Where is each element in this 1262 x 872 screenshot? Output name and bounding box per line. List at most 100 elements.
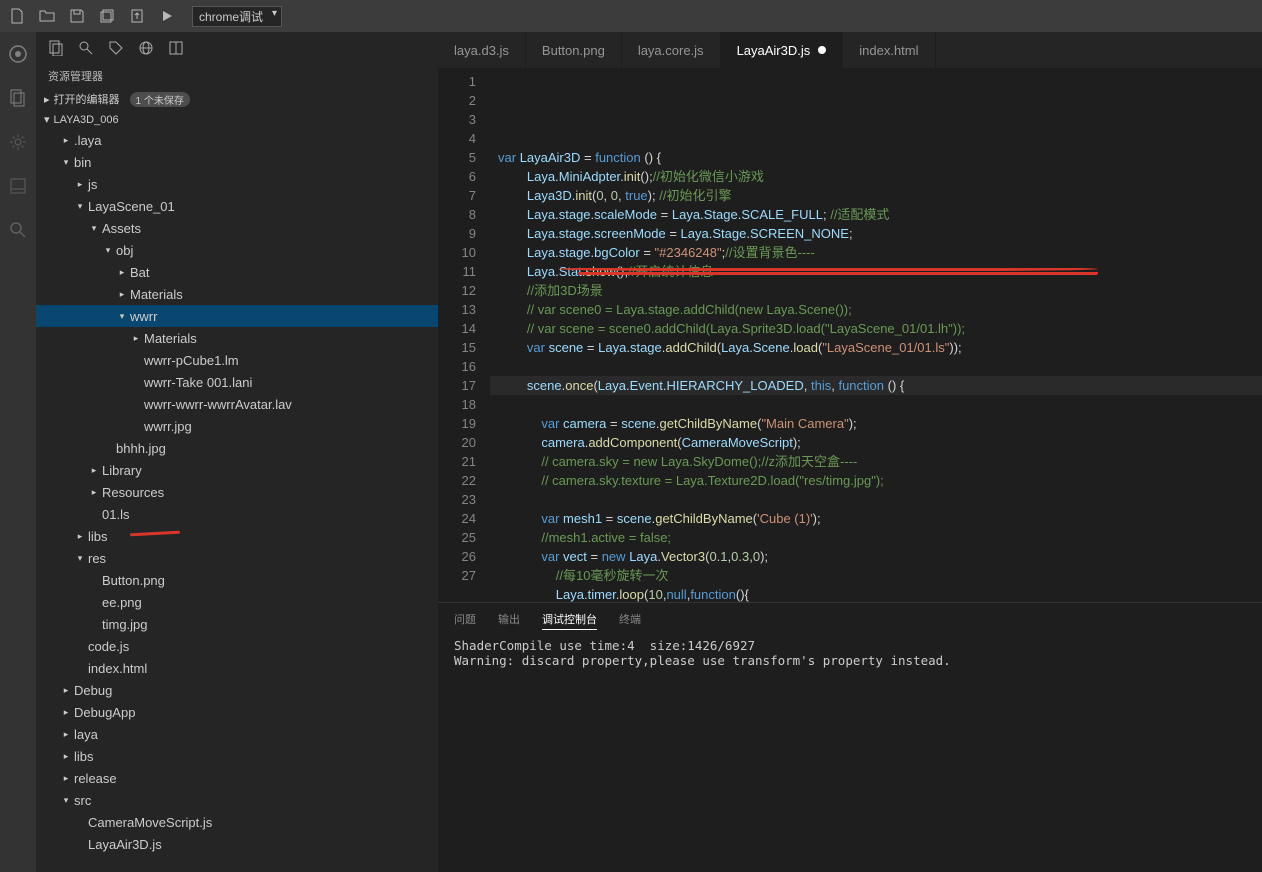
twistie-icon[interactable]: ▾ xyxy=(72,553,88,564)
twistie-icon[interactable]: ▸ xyxy=(114,267,130,278)
panel-tab[interactable]: 输出 xyxy=(498,611,520,630)
editor-tab[interactable]: LayaAir3D.js xyxy=(721,32,844,68)
code-line[interactable]: // var scene0 = Laya.stage.addChild(new … xyxy=(490,300,1262,319)
save-icon[interactable] xyxy=(68,7,86,25)
folder-row[interactable]: ▸Bat xyxy=(36,261,438,283)
file-row[interactable]: 01.ls xyxy=(36,503,438,525)
folder-row[interactable]: ▸Materials xyxy=(36,327,438,349)
folder-row[interactable]: ▾LayaScene_01 xyxy=(36,195,438,217)
file-row[interactable]: index.html xyxy=(36,657,438,679)
console-output[interactable]: ShaderCompile use time:4 size:1426/6927 … xyxy=(438,634,1262,672)
twistie-icon[interactable]: ▸ xyxy=(58,751,74,762)
twistie-icon[interactable]: ▸ xyxy=(58,685,74,696)
twistie-icon[interactable]: ▸ xyxy=(128,333,144,344)
tag-icon[interactable] xyxy=(108,40,124,56)
folder-row[interactable]: ▾wwrr xyxy=(36,305,438,327)
code-line[interactable]: Laya.stage.bgColor = "#2346248";//设置背景色-… xyxy=(490,243,1262,262)
twistie-icon[interactable]: ▸ xyxy=(72,531,88,542)
panel-tab[interactable]: 终端 xyxy=(619,611,641,630)
file-row[interactable]: ee.png xyxy=(36,591,438,613)
code-line[interactable]: //添加3D场景 xyxy=(490,281,1262,300)
code-editor[interactable]: 1234567891011121314151617181920212223242… xyxy=(438,68,1262,602)
file-row[interactable]: wwrr.jpg xyxy=(36,415,438,437)
twistie-icon[interactable]: ▾ xyxy=(58,157,74,168)
folder-row[interactable]: ▸js xyxy=(36,173,438,195)
twistie-icon[interactable]: ▾ xyxy=(72,201,88,212)
code-line[interactable]: var mesh1 = scene.getChildByName('Cube (… xyxy=(490,509,1262,528)
file-row[interactable]: code.js xyxy=(36,635,438,657)
code-line[interactable]: //每10毫秒旋转一次 xyxy=(490,566,1262,585)
file-tree[interactable]: ▸.laya▾bin▸js▾LayaScene_01▾Assets▾obj▸Ba… xyxy=(36,129,438,872)
twistie-icon[interactable]: ▾ xyxy=(86,223,102,234)
code-line[interactable]: // var scene = scene0.addChild(Laya.Spri… xyxy=(490,319,1262,338)
file-row[interactable]: Button.png xyxy=(36,569,438,591)
folder-row[interactable]: ▸release xyxy=(36,767,438,789)
file-row[interactable]: wwrr-Take 001.lani xyxy=(36,371,438,393)
folder-row[interactable]: ▸libs xyxy=(36,525,438,547)
panel-tab[interactable]: 问题 xyxy=(454,611,476,630)
twistie-icon[interactable]: ▸ xyxy=(58,729,74,740)
file-row[interactable]: wwrr-pCube1.lm xyxy=(36,349,438,371)
twistie-icon[interactable]: ▸ xyxy=(114,289,130,300)
code-line[interactable]: var LayaAir3D = function () { xyxy=(490,148,1262,167)
save-all-icon[interactable] xyxy=(98,7,116,25)
twistie-icon[interactable]: ▾ xyxy=(58,795,74,806)
folder-row[interactable]: ▾res xyxy=(36,547,438,569)
twistie-icon[interactable]: ▸ xyxy=(58,707,74,718)
open-editors-section[interactable]: ▸打开的编辑器 1 个未保存 xyxy=(36,88,438,110)
export-icon[interactable] xyxy=(128,7,146,25)
layout-icon[interactable] xyxy=(168,40,184,56)
folder-row[interactable]: ▸Materials xyxy=(36,283,438,305)
files-icon[interactable] xyxy=(48,40,64,56)
code-line[interactable]: var vect = new Laya.Vector3(0.1,0.3,0); xyxy=(490,547,1262,566)
code-line[interactable]: Laya.timer.loop(10,null,function(){ xyxy=(490,585,1262,602)
code-content[interactable]: var LayaAir3D = function () { Laya.MiniA… xyxy=(490,68,1262,602)
twistie-icon[interactable]: ▾ xyxy=(114,311,130,322)
code-line[interactable] xyxy=(490,395,1262,414)
folder-row[interactable]: ▾bin xyxy=(36,151,438,173)
panel-tab[interactable]: 调试控制台 xyxy=(542,611,597,630)
file-row[interactable]: CameraMoveScript.js xyxy=(36,811,438,833)
editor-tab[interactable]: index.html xyxy=(843,32,935,68)
code-line[interactable]: // camera.sky = new Laya.SkyDome();//z添加… xyxy=(490,452,1262,471)
code-line[interactable] xyxy=(490,490,1262,509)
twistie-icon[interactable]: ▸ xyxy=(58,135,74,146)
code-line[interactable]: Laya.stage.screenMode = Laya.Stage.SCREE… xyxy=(490,224,1262,243)
twistie-icon[interactable]: ▸ xyxy=(72,179,88,190)
code-line[interactable]: //mesh1.active = false; xyxy=(490,528,1262,547)
folder-row[interactable]: ▸Library xyxy=(36,459,438,481)
code-line[interactable]: camera.addComponent(CameraMoveScript); xyxy=(490,433,1262,452)
editor-tab[interactable]: Button.png xyxy=(526,32,622,68)
folder-row[interactable]: ▸DebugApp xyxy=(36,701,438,723)
folder-row[interactable]: ▸.laya xyxy=(36,129,438,151)
twistie-icon[interactable]: ▸ xyxy=(58,773,74,784)
code-line[interactable]: Laya.stage.scaleMode = Laya.Stage.SCALE_… xyxy=(490,205,1262,224)
file-row[interactable]: LayaAir3D.js xyxy=(36,833,438,855)
file-row[interactable]: timg.jpg xyxy=(36,613,438,635)
code-line[interactable]: Laya.MiniAdpter.init();//初始化微信小游戏 xyxy=(490,167,1262,186)
editor-tab[interactable]: laya.core.js xyxy=(622,32,721,68)
search-icon[interactable] xyxy=(6,218,30,242)
worka-root-section[interactable]: ▾LAYA3D_006 xyxy=(36,110,438,129)
file-row[interactable]: bhhh.jpg xyxy=(36,437,438,459)
folder-row[interactable]: ▾Assets xyxy=(36,217,438,239)
play-icon[interactable] xyxy=(158,7,176,25)
folder-row[interactable]: ▸Debug xyxy=(36,679,438,701)
twistie-icon[interactable]: ▾ xyxy=(100,245,116,256)
new-file-icon[interactable] xyxy=(8,7,26,25)
code-line[interactable]: // camera.sky.texture = Laya.Texture2D.l… xyxy=(490,471,1262,490)
code-line[interactable]: var camera = scene.getChildByName("Main … xyxy=(490,414,1262,433)
globe-icon[interactable] xyxy=(138,40,154,56)
twistie-icon[interactable]: ▸ xyxy=(86,487,102,498)
logo-icon[interactable] xyxy=(6,42,30,66)
folder-row[interactable]: ▸libs xyxy=(36,745,438,767)
panel-icon[interactable] xyxy=(6,174,30,198)
code-line[interactable]: Laya3D.init(0, 0, true); //初始化引擎 xyxy=(490,186,1262,205)
explorer-icon[interactable] xyxy=(6,86,30,110)
new-folder-icon[interactable] xyxy=(38,7,56,25)
folder-row[interactable]: ▾obj xyxy=(36,239,438,261)
settings-icon[interactable] xyxy=(6,130,30,154)
twistie-icon[interactable]: ▸ xyxy=(86,465,102,476)
search-icon[interactable] xyxy=(78,40,94,56)
folder-row[interactable]: ▾src xyxy=(36,789,438,811)
